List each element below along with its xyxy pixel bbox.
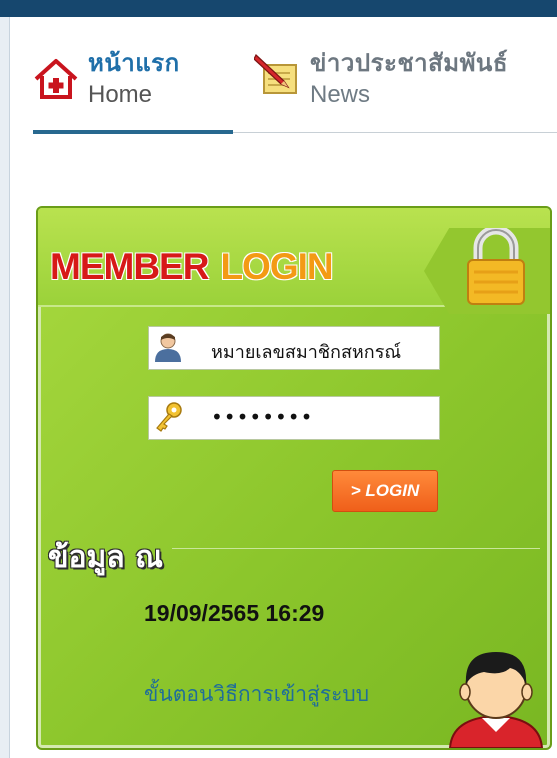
member-login-panel: MEMBER LOGIN หมายเลขสมาชิกสหกรณ์ ••••••••…	[36, 206, 552, 750]
login-button[interactable]: > LOGIN	[332, 470, 438, 512]
password-value: ••••••••	[211, 405, 314, 429]
username-field[interactable]: หมายเลขสมาชิกสหกรณ์	[148, 326, 440, 370]
home-icon	[34, 59, 78, 99]
pencil-note-icon	[254, 54, 297, 94]
login-howto-link[interactable]: ขั้นตอนวิธีการเข้าสู่ระบบ	[144, 678, 369, 711]
info-divider	[172, 548, 540, 549]
nav-home-label-en: Home	[88, 81, 153, 108]
member-login-title: MEMBER LOGIN	[50, 246, 334, 288]
padlock-icon	[467, 228, 525, 305]
info-as-of-title: ข้อมูล ณ	[48, 540, 163, 575]
title-login: LOGIN	[220, 246, 333, 287]
nav-active-indicator	[33, 130, 233, 134]
nav-item-news[interactable]: ข่าวประชาสัมพันธ์ News	[250, 43, 550, 129]
title-member: MEMBER	[50, 246, 209, 287]
user-icon	[155, 333, 181, 362]
password-field[interactable]: ••••••••	[148, 396, 440, 440]
nav-news-label-th: ข่าวประชาสัมพันธ์	[310, 49, 508, 77]
nav-home-label-th: หน้าแรก	[88, 49, 180, 77]
login-panel-header: MEMBER LOGIN	[38, 208, 550, 314]
nav-news-label-en: News	[310, 81, 371, 108]
top-header-bar	[0, 0, 557, 17]
main-nav: หน้าแรก Home ข่าวประชาสัมพันธ์ News	[0, 17, 557, 135]
nav-divider	[233, 132, 557, 133]
data-datetime: 19/09/2565 16:29	[144, 600, 325, 626]
person-avatar-icon	[448, 652, 544, 748]
key-icon	[156, 402, 182, 432]
username-value: หมายเลขสมาชิกสหกรณ์	[211, 342, 402, 363]
nav-item-home[interactable]: หน้าแรก Home	[33, 43, 238, 129]
